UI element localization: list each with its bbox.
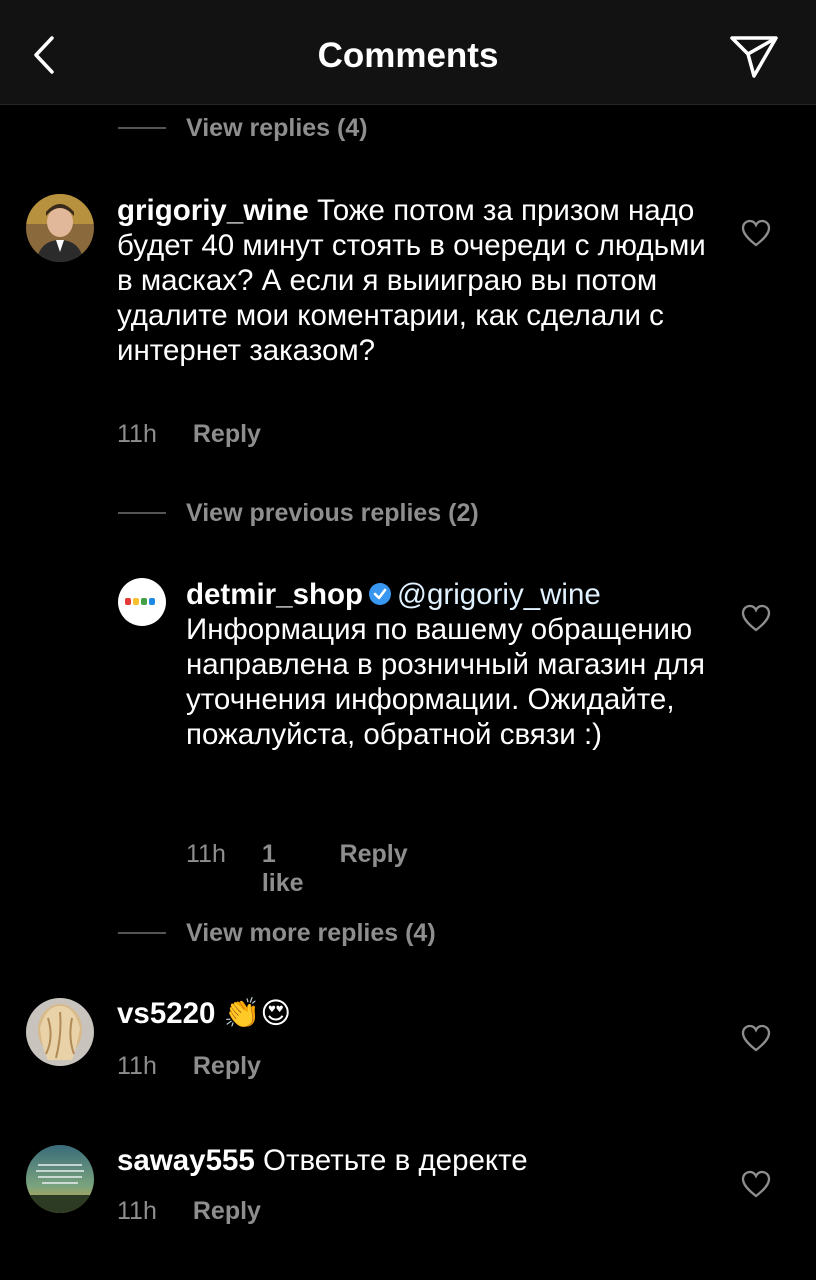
comment-time: 11h [117,420,157,448]
view-previous-replies-link[interactable]: View previous replies (2) [118,498,479,528]
heart-icon[interactable] [741,604,771,632]
reply-button[interactable]: Reply [193,1197,261,1226]
comment-body: Информация по вашему обращению направлен… [186,613,705,751]
comment-meta: 11h Reply [117,1052,261,1081]
heart-icon[interactable] [741,219,771,247]
comment-body: Ответьте в деректе [263,1144,528,1177]
avatar[interactable] [26,998,94,1066]
comment-time: 11h [117,1197,157,1225]
comment-meta: 11h 1 like Reply [186,840,408,898]
comment-meta: 11h Reply [117,420,261,449]
view-previous-replies-label: View previous replies (2) [186,498,479,527]
top-bar: Comments [0,0,816,105]
reply-button[interactable]: Reply [193,1052,261,1081]
comment-text: saway555 Ответьте в деректе [117,1143,707,1178]
comment-text: grigoriy_wine Тоже потом за призом надо … [117,193,707,368]
comment-text: vs5220 👏😍 [117,996,707,1031]
comment-emoji: 👏😍 [223,997,292,1030]
likes-count[interactable]: 1 like [262,840,304,898]
reply-button[interactable]: Reply [340,840,408,898]
heart-icon[interactable] [741,1170,771,1198]
mention-link[interactable]: @grigoriy_wine [397,578,601,611]
comment-username[interactable]: vs5220 [117,997,215,1030]
reply-button[interactable]: Reply [193,420,261,449]
view-replies-label: View replies (4) [186,113,368,142]
comment-username[interactable]: grigoriy_wine [117,194,309,227]
view-more-replies-label: View more replies (4) [186,918,436,947]
comment-time: 11h [186,840,226,868]
divider [118,127,166,129]
avatar[interactable] [118,578,166,626]
divider [118,512,166,514]
avatar[interactable] [26,1145,94,1213]
comment-text: detmir_shop @grigoriy_wine Информация по … [186,577,706,752]
divider [118,932,166,934]
comment-username[interactable]: saway555 [117,1144,255,1177]
view-replies-link[interactable]: View replies (4) [118,113,368,143]
comment-time: 11h [117,1052,157,1080]
page-title: Comments [317,36,499,75]
comment-username[interactable]: detmir_shop [186,578,363,611]
verified-badge-icon [369,583,392,605]
paper-plane-icon [730,36,778,78]
comment-meta: 11h Reply [117,1197,261,1226]
view-more-replies-link[interactable]: View more replies (4) [118,918,436,948]
avatar[interactable] [26,194,94,262]
share-button[interactable] [726,30,782,80]
heart-icon[interactable] [741,1024,771,1052]
